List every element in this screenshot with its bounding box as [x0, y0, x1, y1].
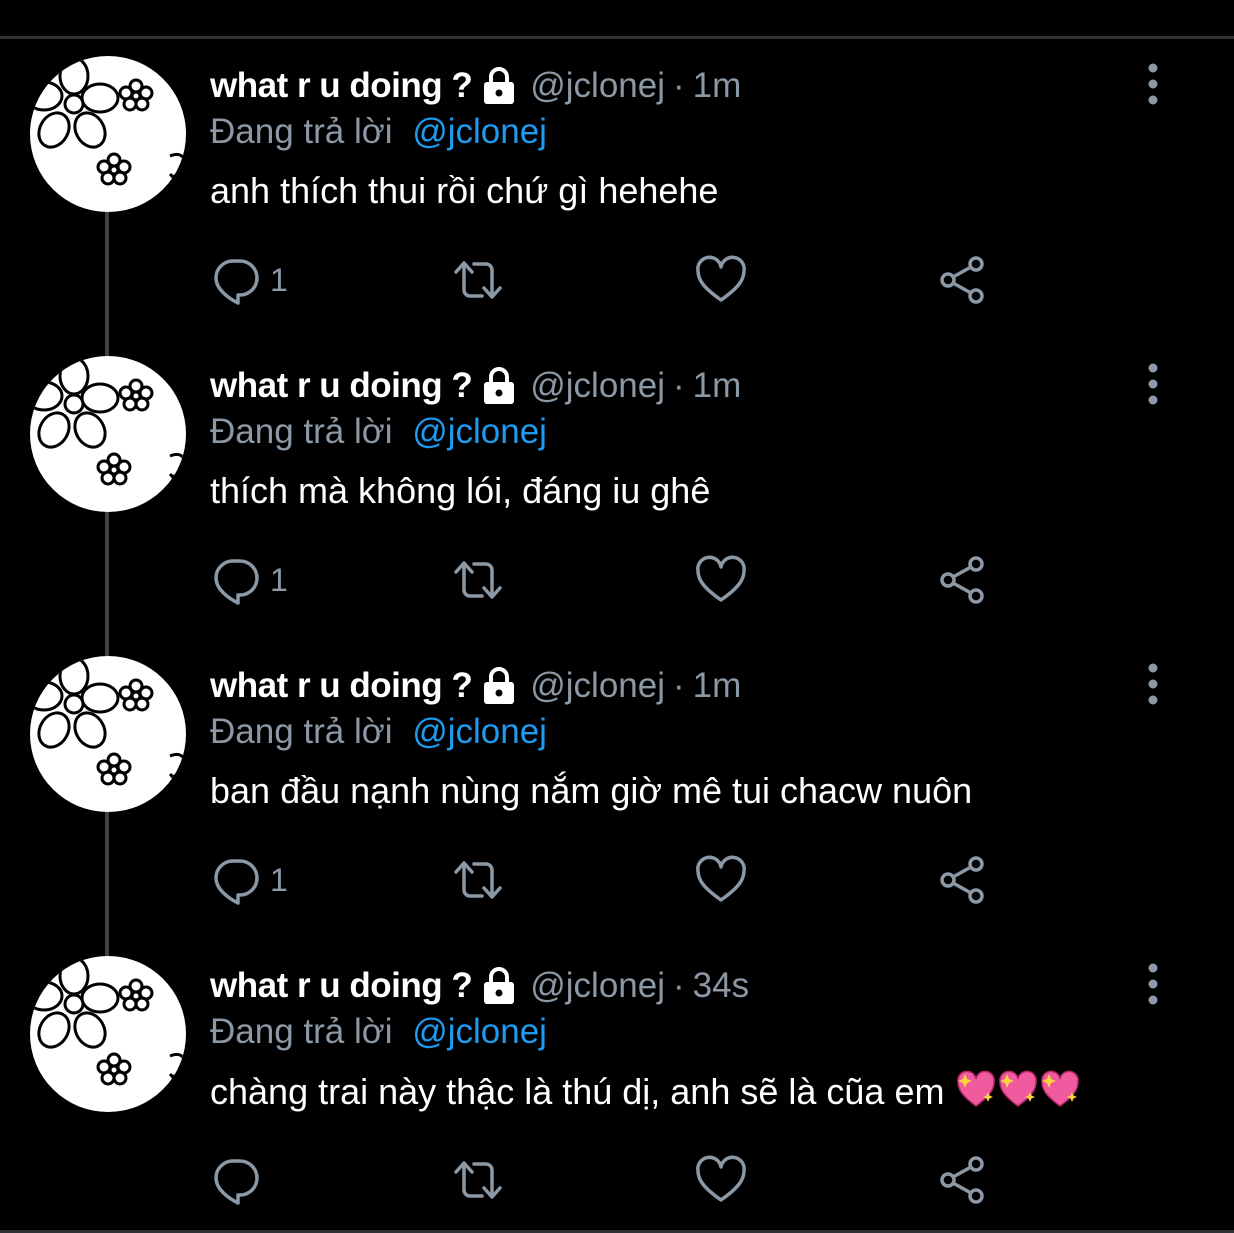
- retweet-icon: [454, 861, 502, 899]
- sparkling-heart-emoji: [957, 1070, 996, 1107]
- share-button[interactable]: [936, 1152, 988, 1208]
- timestamp[interactable]: 34s: [693, 966, 749, 1006]
- lock-icon: [484, 67, 515, 104]
- flower-avatar-image: [30, 56, 186, 197]
- separator: ·: [673, 966, 685, 1005]
- separator: ·: [673, 666, 685, 705]
- like-button[interactable]: [694, 1152, 748, 1208]
- heart-icon: [696, 555, 746, 602]
- reply-icon: [214, 1159, 259, 1205]
- reply-count: 1: [270, 561, 288, 598]
- lock-icon: [484, 667, 515, 704]
- replying-to: Đang trả lời @jclonej: [210, 1012, 547, 1052]
- flower-avatar-image: [30, 956, 186, 1097]
- share-icon: [940, 856, 984, 904]
- reply-count: 1: [270, 861, 288, 898]
- reply-count: 1: [270, 261, 288, 298]
- sparkling-heart-emoji: [999, 1070, 1038, 1107]
- replying-to-label: Đang trả lời: [210, 712, 393, 751]
- tweet[interactable]: what r u doing ? @jclonej · 34s Đang trả…: [0, 900, 1234, 1205]
- separator: ·: [673, 66, 685, 105]
- replying-to-label: Đang trả lời: [210, 112, 393, 151]
- replying-to-handle-link[interactable]: @jclonej: [412, 1012, 547, 1051]
- avatar[interactable]: [30, 356, 186, 512]
- avatar[interactable]: [30, 956, 186, 1112]
- reply-icon: [214, 859, 259, 905]
- user-handle[interactable]: @jclonej: [530, 66, 665, 106]
- more-options-icon[interactable]: [1138, 962, 1168, 1006]
- timestamp[interactable]: 1m: [693, 366, 742, 406]
- more-options-icon[interactable]: [1138, 62, 1168, 106]
- tweet[interactable]: what r u doing ? @jclonej · 1m Đang trả …: [0, 300, 1234, 605]
- replying-to-label: Đang trả lời: [210, 1012, 393, 1051]
- avatar[interactable]: [30, 56, 186, 212]
- display-name[interactable]: what r u doing ?: [210, 366, 473, 406]
- display-name[interactable]: what r u doing ?: [210, 666, 473, 706]
- reply-button[interactable]: [210, 1152, 270, 1208]
- replying-to-handle-link[interactable]: @jclonej: [412, 412, 547, 451]
- flower-avatar-image: [30, 656, 186, 797]
- tweet-text: chàng trai này thậc là thú dị, anh sẽ là…: [210, 1071, 945, 1112]
- retweet-button[interactable]: [450, 1152, 506, 1208]
- tweet[interactable]: what r u doing ? @jclonej · 1m Đang trả …: [0, 0, 1234, 305]
- more-options-icon[interactable]: [1138, 662, 1168, 706]
- tweet-actions: [210, 1152, 1010, 1208]
- tweet-text: ban đầu nạnh nùng nắm giờ mê tui chacw n…: [210, 770, 973, 811]
- tweet-text-container: chàng trai này thậc là thú dị, anh sẽ là…: [210, 1070, 1080, 1113]
- retweet-icon: [454, 261, 502, 299]
- flower-avatar-image: [30, 356, 186, 497]
- display-name[interactable]: what r u doing ?: [210, 966, 473, 1006]
- tweet-text: thích mà không lói, đáng iu ghê: [210, 470, 711, 511]
- replying-to-handle-link[interactable]: @jclonej: [412, 712, 547, 751]
- user-handle[interactable]: @jclonej: [530, 666, 665, 706]
- heart-icon: [696, 1155, 746, 1202]
- tweet-header: what r u doing ? @jclonej · 1m: [210, 660, 741, 712]
- retweet-icon: [454, 1161, 502, 1199]
- user-handle[interactable]: @jclonej: [530, 966, 665, 1006]
- tweet-header: what r u doing ? @jclonej · 1m: [210, 360, 741, 412]
- heart-icon: [696, 255, 746, 302]
- lock-icon: [484, 367, 515, 404]
- heart-icon: [696, 855, 746, 902]
- timestamp[interactable]: 1m: [693, 66, 742, 106]
- replying-to-label: Đang trả lời: [210, 412, 393, 451]
- tweet-header: what r u doing ? @jclonej · 34s: [210, 960, 749, 1012]
- share-icon: [940, 256, 984, 304]
- user-handle[interactable]: @jclonej: [530, 366, 665, 406]
- tweet-text: anh thích thui rồi chứ gì hehehe: [210, 170, 719, 211]
- tweet-header: what r u doing ? @jclonej · 1m: [210, 60, 741, 112]
- retweet-icon: [454, 561, 502, 599]
- more-options-icon[interactable]: [1138, 362, 1168, 406]
- timestamp[interactable]: 1m: [693, 666, 742, 706]
- tweet[interactable]: what r u doing ? @jclonej · 1m Đang trả …: [0, 600, 1234, 905]
- reply-icon: [214, 259, 259, 305]
- replying-to-handle-link[interactable]: @jclonej: [412, 112, 547, 151]
- separator: ·: [673, 366, 685, 405]
- replying-to: Đang trả lời @jclonej: [210, 712, 547, 752]
- avatar[interactable]: [30, 656, 186, 812]
- share-icon: [940, 556, 984, 604]
- replying-to: Đang trả lời @jclonej: [210, 412, 547, 452]
- sparkling-heart-emoji: [1041, 1070, 1080, 1107]
- share-icon: [940, 1156, 984, 1204]
- reply-icon: [214, 559, 259, 605]
- lock-icon: [484, 967, 515, 1004]
- display-name[interactable]: what r u doing ?: [210, 66, 473, 106]
- replying-to: Đang trả lời @jclonej: [210, 112, 547, 152]
